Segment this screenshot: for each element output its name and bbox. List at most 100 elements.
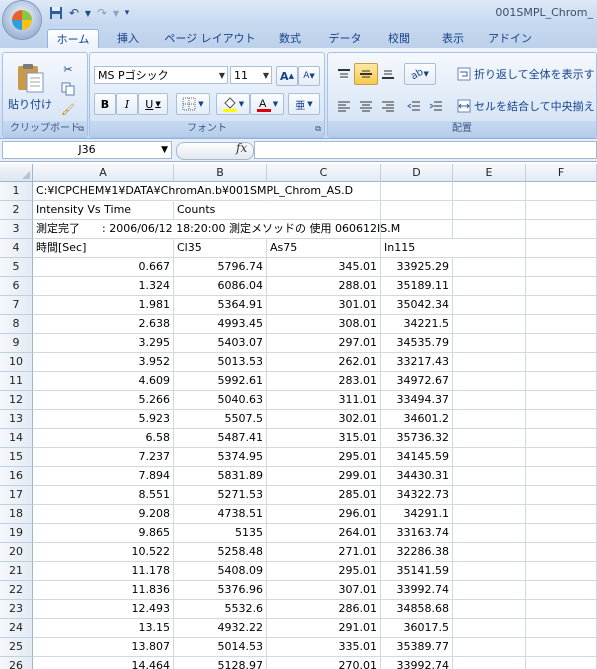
cell-c6[interactable]: 288.01	[267, 277, 381, 296]
cell-f4[interactable]	[526, 239, 597, 258]
tab-insert[interactable]: 挿入	[106, 29, 150, 48]
tab-page-layout[interactable]: ページ レイアウト	[160, 29, 260, 48]
cell-d23[interactable]: 34858.68	[381, 600, 453, 619]
cell-c11[interactable]: 283.01	[267, 372, 381, 391]
format-painter-icon[interactable]: 🖌	[57, 99, 79, 119]
cell-a1[interactable]: C:¥ICPCHEM¥1¥DATA¥ChromAn.b¥001SMPL_Chro…	[33, 182, 353, 201]
cell-c23[interactable]: 286.01	[267, 600, 381, 619]
cell-f18[interactable]	[526, 505, 597, 524]
cell-c20[interactable]: 271.01	[267, 543, 381, 562]
increase-indent-icon[interactable]	[424, 95, 448, 117]
cell-a26[interactable]: 14.464	[33, 657, 174, 669]
cell-b21[interactable]: 5408.09	[174, 562, 267, 581]
name-box[interactable]: J36 ▼	[2, 141, 172, 159]
cell-d15[interactable]: 34145.59	[381, 448, 453, 467]
cell-c5[interactable]: 345.01	[267, 258, 381, 277]
cell-c13[interactable]: 302.01	[267, 410, 381, 429]
cell-f8[interactable]	[526, 315, 597, 334]
cell-b4[interactable]: Cl35	[174, 239, 267, 258]
align-right-icon[interactable]	[376, 95, 400, 117]
cell-f6[interactable]	[526, 277, 597, 296]
cell-e18[interactable]	[453, 505, 526, 524]
dialog-launcher-icon[interactable]: ⧉	[78, 121, 84, 137]
cell-c10[interactable]: 262.01	[267, 353, 381, 372]
cell-d10[interactable]: 33217.43	[381, 353, 453, 372]
cell-e21[interactable]	[453, 562, 526, 581]
cell-e24[interactable]	[453, 619, 526, 638]
underline-button[interactable]: U ▼	[138, 93, 168, 115]
cell-f1[interactable]	[526, 182, 597, 201]
cell-b8[interactable]: 4993.45	[174, 315, 267, 334]
cell-e17[interactable]	[453, 486, 526, 505]
cell-f24[interactable]	[526, 619, 597, 638]
cell-d17[interactable]: 34322.73	[381, 486, 453, 505]
cell-e1[interactable]	[453, 182, 526, 201]
cell-b23[interactable]: 5532.6	[174, 600, 267, 619]
cell-c22[interactable]: 307.01	[267, 581, 381, 600]
cell-f19[interactable]	[526, 524, 597, 543]
row-header[interactable]: 1	[0, 182, 33, 201]
cell-e12[interactable]	[453, 391, 526, 410]
redo-dropdown-icon[interactable]: ▼	[112, 5, 120, 21]
cell-b7[interactable]: 5364.91	[174, 296, 267, 315]
cell-c15[interactable]: 295.01	[267, 448, 381, 467]
row-header[interactable]: 14	[0, 429, 33, 448]
cell-d11[interactable]: 34972.67	[381, 372, 453, 391]
cell-d25[interactable]: 35389.77	[381, 638, 453, 657]
cell-d4[interactable]: In115	[381, 239, 453, 258]
cell-a12[interactable]: 5.266	[33, 391, 174, 410]
cell-a4[interactable]: 時間[Sec]	[33, 239, 174, 258]
cell-d21[interactable]: 35141.59	[381, 562, 453, 581]
row-header[interactable]: 12	[0, 391, 33, 410]
borders-button[interactable]: ▼	[176, 93, 210, 115]
cell-b11[interactable]: 5992.61	[174, 372, 267, 391]
row-header[interactable]: 13	[0, 410, 33, 429]
row-header[interactable]: 18	[0, 505, 33, 524]
font-color-button[interactable]: A ▼	[250, 93, 284, 115]
cell-e6[interactable]	[453, 277, 526, 296]
cell-e4[interactable]	[453, 239, 526, 258]
cell-b10[interactable]: 5013.53	[174, 353, 267, 372]
undo-icon[interactable]: ↶	[66, 5, 82, 21]
align-top-icon[interactable]	[332, 63, 356, 85]
cell-b3[interactable]	[174, 220, 267, 239]
cell-b22[interactable]: 5376.96	[174, 581, 267, 600]
cell-f22[interactable]	[526, 581, 597, 600]
office-button[interactable]	[3, 1, 41, 39]
row-header[interactable]: 9	[0, 334, 33, 353]
cell-a2[interactable]: Intensity Vs Time	[33, 201, 174, 220]
cell-a5[interactable]: 0.667	[33, 258, 174, 277]
customize-qat-icon[interactable]: ▾	[122, 5, 132, 21]
cell-d9[interactable]: 34535.79	[381, 334, 453, 353]
cell-d6[interactable]: 35189.11	[381, 277, 453, 296]
cell-e22[interactable]	[453, 581, 526, 600]
row-header[interactable]: 11	[0, 372, 33, 391]
tab-review[interactable]: 校閲	[376, 29, 422, 48]
column-header-e[interactable]: E	[453, 164, 526, 182]
row-header[interactable]: 8	[0, 315, 33, 334]
tab-view[interactable]: 表示	[430, 29, 476, 48]
cell-c1[interactable]	[267, 182, 381, 201]
cell-d7[interactable]: 35042.34	[381, 296, 453, 315]
paste-button[interactable]: 貼り付け	[7, 57, 53, 117]
cell-a13[interactable]: 5.923	[33, 410, 174, 429]
font-name-combo[interactable]: MS Pゴシック ▼	[94, 66, 228, 84]
cell-a9[interactable]: 3.295	[33, 334, 174, 353]
cell-d18[interactable]: 34291.1	[381, 505, 453, 524]
cell-e16[interactable]	[453, 467, 526, 486]
cell-a8[interactable]: 2.638	[33, 315, 174, 334]
row-header[interactable]: 17	[0, 486, 33, 505]
bold-button[interactable]: B	[94, 93, 116, 115]
cell-d14[interactable]: 35736.32	[381, 429, 453, 448]
italic-button[interactable]: I	[116, 93, 138, 115]
column-header-c[interactable]: C	[267, 164, 381, 182]
cell-c3[interactable]	[267, 220, 381, 239]
align-left-icon[interactable]	[332, 95, 356, 117]
cell-c19[interactable]: 264.01	[267, 524, 381, 543]
cell-b5[interactable]: 5796.74	[174, 258, 267, 277]
undo-dropdown-icon[interactable]: ▼	[84, 5, 92, 21]
cell-c9[interactable]: 297.01	[267, 334, 381, 353]
cell-e9[interactable]	[453, 334, 526, 353]
cell-e5[interactable]	[453, 258, 526, 277]
cell-c2[interactable]	[267, 201, 381, 220]
